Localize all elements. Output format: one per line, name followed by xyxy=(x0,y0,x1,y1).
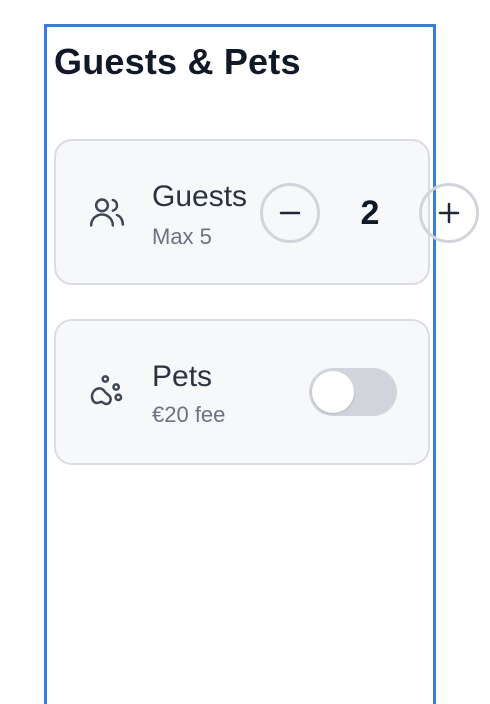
increment-guests-button[interactable] xyxy=(419,183,479,243)
guests-count: 2 xyxy=(360,194,380,232)
pets-fee-label: €20 fee xyxy=(152,402,226,427)
users-icon xyxy=(87,192,127,232)
guests-max-label: Max 5 xyxy=(152,224,212,249)
minus-icon xyxy=(279,211,301,215)
guests-label: Guests xyxy=(152,180,248,213)
toggle-knob xyxy=(312,371,354,413)
decrement-guests-button[interactable] xyxy=(260,183,320,243)
plus-icon xyxy=(438,202,460,224)
page-title: Guests & Pets xyxy=(54,41,301,82)
paw-icon xyxy=(87,372,127,412)
pets-label: Pets xyxy=(152,360,213,393)
pets-toggle[interactable] xyxy=(309,368,397,416)
